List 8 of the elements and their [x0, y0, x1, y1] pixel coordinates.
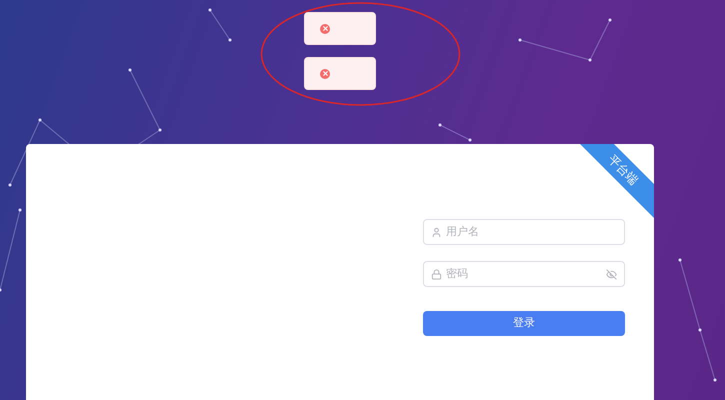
- error-icon: [320, 24, 330, 34]
- login-button[interactable]: 登录: [423, 311, 625, 336]
- username-field[interactable]: 用户名: [423, 219, 625, 245]
- user-icon: [431, 226, 442, 238]
- password-field[interactable]: 密码: [423, 261, 625, 287]
- lock-icon: [431, 268, 442, 280]
- eye-off-icon[interactable]: [606, 268, 617, 280]
- error-icon: [320, 68, 330, 78]
